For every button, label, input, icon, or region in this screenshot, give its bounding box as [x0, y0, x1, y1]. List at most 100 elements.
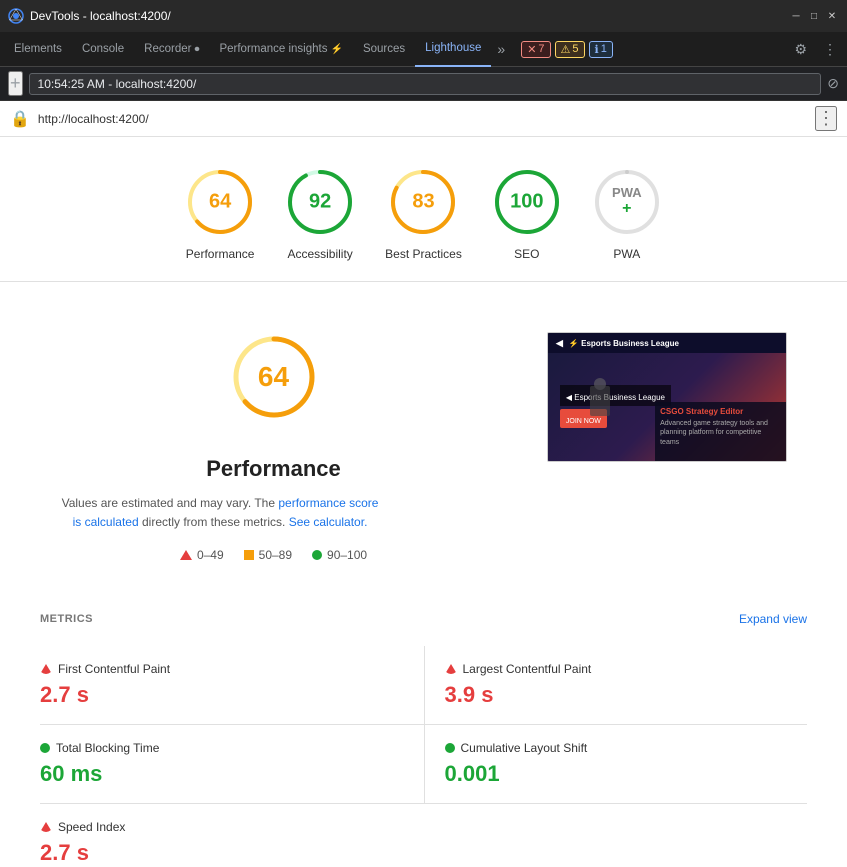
security-icon: 🔒	[10, 109, 30, 129]
score-pwa: PWA+ PWA	[592, 167, 662, 261]
more-options-button[interactable]: ⋮	[817, 37, 843, 62]
screenshot-info-title: CSGO Strategy Editor	[660, 407, 781, 416]
metric-si: Speed Index 2.7 s	[40, 804, 424, 867]
screenshot-body: ◀ Esports Business League JOIN NOW CSGO …	[548, 353, 786, 461]
performance-screenshot: ◀ ⚡ Esports Business League ◀ Esports Bu…	[547, 332, 787, 462]
spacer1	[0, 282, 847, 302]
address-bar: + ⊘	[0, 67, 847, 101]
metric-tbt-value: 60 ms	[40, 761, 404, 787]
metric-si-indicator	[40, 822, 52, 832]
settings-button[interactable]: ⚙	[788, 37, 813, 62]
metric-cls-name: Cumulative Layout Shift	[461, 741, 588, 755]
metric-fcp-name: First Contentful Paint	[58, 662, 170, 676]
tab-recorder[interactable]: Recorder ⏺	[134, 32, 209, 67]
info-icon: ℹ	[595, 43, 599, 56]
pwa-score-value: PWA+	[612, 186, 642, 218]
metric-cls-indicator	[445, 743, 455, 753]
metrics-section: METRICS Expand view First Contentful Pai…	[0, 592, 847, 867]
metric-tbt-indicator	[40, 743, 50, 753]
maximize-button[interactable]: □	[807, 9, 821, 23]
metric-fcp-indicator	[40, 664, 52, 674]
tab-lighthouse[interactable]: Lighthouse	[415, 32, 491, 67]
new-tab-button[interactable]: +	[8, 71, 23, 96]
seo-score-label: SEO	[514, 247, 539, 261]
metric-cls-header: Cumulative Layout Shift	[445, 741, 788, 755]
tab-performance-insights[interactable]: Performance insights ⚡	[209, 32, 352, 67]
metric-tbt: Total Blocking Time 60 ms	[40, 725, 424, 804]
warning-badge[interactable]: ⚠ 5	[555, 41, 585, 58]
minimize-button[interactable]: ─	[789, 9, 803, 23]
metric-lcp-header: Largest Contentful Paint	[445, 662, 788, 676]
best-practices-score-value: 83	[412, 191, 434, 214]
performance-big-score-value: 64	[258, 361, 289, 393]
calculator-link[interactable]: See calculator.	[289, 515, 368, 529]
stop-button[interactable]: ⊘	[827, 75, 839, 92]
performance-left: 64 Performance Values are estimated and …	[60, 332, 487, 562]
window-controls: ─ □ ✕	[789, 9, 839, 23]
info-badge[interactable]: ℹ 1	[589, 41, 613, 58]
metric-si-name: Speed Index	[58, 820, 125, 834]
fail-range: 0–49	[197, 548, 224, 562]
tab-sources[interactable]: Sources	[353, 32, 415, 67]
metric-si-value: 2.7 s	[40, 840, 404, 866]
metric-fcp-header: First Contentful Paint	[40, 662, 404, 676]
error-badge[interactable]: ✕ 7	[521, 41, 550, 58]
accessibility-score-label: Accessibility	[287, 247, 352, 261]
spacer2	[0, 582, 847, 592]
legend: 0–49 50–89 90–100	[60, 548, 487, 562]
pass-range: 90–100	[327, 548, 367, 562]
screenshot-logo: ◀	[556, 338, 563, 349]
performance-score-label: Performance	[186, 247, 255, 261]
performance-circle: 64	[185, 167, 255, 237]
metric-fcp-value: 2.7 s	[40, 682, 404, 708]
screenshot-info-box: CSGO Strategy Editor Advanced game strat…	[655, 402, 786, 461]
url-more-button[interactable]: ⋮	[815, 106, 837, 131]
performance-big-circle: 64	[229, 332, 319, 422]
performance-description: Values are estimated and may vary. The p…	[60, 494, 380, 532]
metric-tbt-name: Total Blocking Time	[56, 741, 159, 755]
metrics-header: METRICS Expand view	[40, 612, 807, 626]
tab-console[interactable]: Console	[72, 32, 134, 67]
metric-tbt-header: Total Blocking Time	[40, 741, 404, 755]
address-input[interactable]	[29, 73, 822, 95]
recorder-icon: ⏺	[194, 44, 199, 55]
average-range: 50–89	[259, 548, 292, 562]
pass-icon	[312, 550, 322, 560]
devtools-tabs: Elements Console Recorder ⏺ Performance …	[0, 32, 847, 67]
tab-elements[interactable]: Elements	[4, 32, 72, 67]
window-title: DevTools - localhost:4200/	[30, 9, 789, 23]
close-button[interactable]: ✕	[825, 9, 839, 23]
chrome-icon	[8, 8, 24, 24]
performance-title: Performance	[60, 456, 487, 482]
page-url: http://localhost:4200/	[38, 112, 807, 126]
title-bar: DevTools - localhost:4200/ ─ □ ✕	[0, 0, 847, 32]
badge-group: ✕ 7 ⚠ 5 ℹ 1	[521, 41, 613, 58]
score-seo: 100 SEO	[492, 167, 562, 261]
metrics-title: METRICS	[40, 613, 93, 625]
accessibility-score-value: 92	[309, 191, 331, 214]
screenshot-info-text: Advanced game strategy tools and plannin…	[660, 419, 781, 448]
metric-lcp: Largest Contentful Paint 3.9 s	[424, 646, 808, 725]
error-icon: ✕	[527, 43, 536, 56]
metric-lcp-name: Largest Contentful Paint	[463, 662, 592, 676]
metric-fcp: First Contentful Paint 2.7 s	[40, 646, 424, 725]
best-practices-score-label: Best Practices	[385, 247, 462, 261]
legend-average: 50–89	[244, 548, 292, 562]
seo-circle: 100	[492, 167, 562, 237]
screenshot-content: ◀ ⚡ Esports Business League ◀ Esports Bu…	[548, 333, 786, 461]
metric-si-header: Speed Index	[40, 820, 404, 834]
best-practices-circle: 83	[388, 167, 458, 237]
legend-fail: 0–49	[180, 548, 224, 562]
screenshot-header: ◀ ⚡ Esports Business League	[548, 333, 786, 353]
pwa-score-label: PWA	[613, 247, 640, 261]
metric-lcp-value: 3.9 s	[445, 682, 788, 708]
score-accessibility: 92 Accessibility	[285, 167, 355, 261]
average-icon	[244, 550, 254, 560]
score-best-practices: 83 Best Practices	[385, 167, 462, 261]
url-bar: 🔒 http://localhost:4200/ ⋮	[0, 101, 847, 137]
accessibility-circle: 92	[285, 167, 355, 237]
more-tabs-button[interactable]: »	[491, 41, 511, 57]
pwa-circle: PWA+	[592, 167, 662, 237]
screenshot-nav: ⚡ Esports Business League	[569, 339, 778, 348]
expand-view-button[interactable]: Expand view	[739, 612, 807, 626]
